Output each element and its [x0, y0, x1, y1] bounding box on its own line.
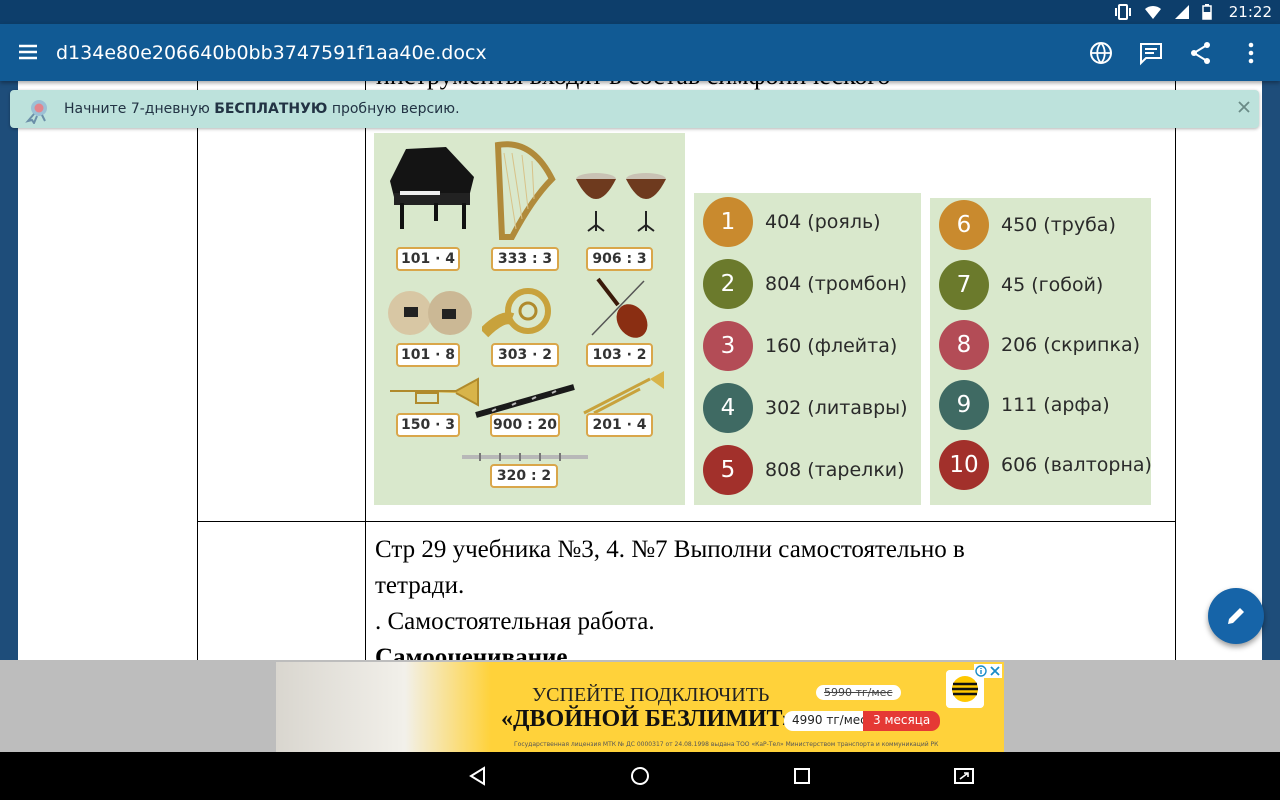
ad-months: 3 месяца [863, 711, 941, 731]
document-title: d134e80e206640b0bb3747591f1aa40e.docx [56, 42, 487, 64]
ad-info-icon[interactable] [974, 664, 988, 678]
menu-icon[interactable] [16, 42, 40, 62]
list-item-label: 804 (тромбон) [765, 273, 907, 295]
list-item: 1 404 (рояль) [703, 197, 881, 247]
ad-fine-print: Государственная лицензия МТК № ДС 000031… [514, 741, 939, 748]
trial-banner-text: Начните 7-дневную БЕСПЛАТНУЮ пробную вер… [64, 101, 460, 117]
expression-label: 906 : 3 [586, 247, 653, 271]
status-time: 21:22 [1228, 3, 1272, 21]
expression-label: 303 · 2 [491, 343, 559, 367]
number-badge: 7 [939, 260, 989, 310]
signal-icon [1175, 5, 1189, 19]
trial-text-part: пробную версию. [327, 101, 460, 117]
home-icon[interactable] [628, 764, 652, 788]
expression-label: 320 : 2 [490, 464, 558, 488]
list-item-label: 111 (арфа) [1001, 394, 1110, 416]
trial-text-bold: БЕСПЛАТНУЮ [214, 101, 328, 117]
screen: 21:22 d134e80e206640b0bb3747591f1aa40e.d… [0, 0, 1280, 800]
harp-icon [494, 141, 556, 240]
list-item: 2 804 (тромбон) [703, 259, 907, 309]
expression-label: 150 · 3 [396, 413, 460, 437]
table-border-mid [365, 81, 366, 661]
ad-photo [276, 662, 491, 752]
list-item: 6 450 (труба) [939, 200, 1116, 250]
list-item-label: 160 (флейта) [765, 335, 898, 357]
list-item-label: 450 (труба) [1001, 214, 1116, 236]
number-badge: 2 [703, 259, 753, 309]
trumpet-icon [390, 377, 479, 407]
number-badge: 8 [939, 320, 989, 370]
french-horn-icon [482, 288, 551, 338]
close-banner-icon[interactable] [1237, 100, 1251, 114]
more-options-icon[interactable] [1238, 40, 1264, 66]
answers-list-right: 6 450 (труба) 7 45 (гобой) 8 206 (скрипка) … [930, 198, 1152, 505]
edit-button[interactable] [1208, 588, 1264, 644]
list-item: 9 111 (арфа) [939, 380, 1110, 430]
trial-banner[interactable]: Начните 7-дневную БЕСПЛАТНУЮ пробную вер… [10, 90, 1259, 128]
number-badge: 10 [939, 440, 989, 490]
navigation-bar [0, 752, 1280, 800]
doc-paragraph: Самооценивание [375, 644, 568, 660]
instruments-image: 101 · 4 333 : 3 906 : 3 101 · 8 303 · 2 … [374, 133, 685, 505]
violin-icon [591, 277, 648, 338]
list-item: 5 808 (тарелки) [703, 445, 905, 495]
pencil-icon [1228, 608, 1244, 624]
recents-icon[interactable] [790, 764, 814, 788]
ad-old-price: 5990 тг/мес [816, 685, 901, 700]
timpani-icon [576, 173, 666, 232]
answers-list-left: 1 404 (рояль) 2 804 (тромбон) 3 160 (флейта… [694, 193, 921, 505]
number-badge: 5 [703, 445, 753, 495]
list-item-label: 808 (тарелки) [765, 459, 905, 481]
share-icon[interactable] [1188, 40, 1214, 66]
vibrate-icon [1115, 4, 1131, 20]
doc-paragraph: Стр 29 учебника №3, 4. №7 Выполни самост… [375, 536, 965, 563]
back-icon[interactable] [466, 764, 490, 788]
list-item-label: 206 (скрипка) [1001, 334, 1141, 356]
status-icons [1114, 4, 1212, 20]
screen-resize-icon[interactable] [952, 764, 976, 788]
table-border-left [197, 81, 198, 661]
comments-icon[interactable] [1138, 40, 1164, 66]
trial-text-part: Начните 7-дневную [64, 101, 215, 117]
expression-label: 103 · 2 [586, 343, 653, 367]
number-badge: 4 [703, 383, 753, 433]
list-item-label: 302 (литавры) [765, 397, 908, 419]
list-item-label: 606 (валторна) [1001, 454, 1152, 476]
ad-offer: «ДВОЙНОЙ БЕЗЛИМИТ» [501, 706, 794, 732]
cymbals-icon [388, 291, 472, 335]
advertisement-banner[interactable]: УСПЕЙТЕ ПОДКЛЮЧИТЬ «ДВОЙНОЙ БЕЗЛИМИТ» 59… [276, 662, 1004, 752]
table-border-right [1175, 81, 1176, 661]
app-bar: d134e80e206640b0bb3747591f1aa40e.docx [0, 24, 1280, 81]
award-ribbon-icon [25, 100, 47, 124]
expression-label: 101 · 4 [396, 247, 460, 271]
flute-icon [462, 453, 588, 461]
grand-piano-icon [390, 147, 474, 229]
list-item: 8 206 (скрипка) [939, 320, 1140, 370]
doc-paragraph: . Самостоятельная работа. [375, 608, 655, 635]
list-item: 4 302 (литавры) [703, 383, 908, 433]
trombone-icon [583, 371, 664, 415]
list-item: 10 606 (валторна) [939, 440, 1152, 490]
number-badge: 1 [703, 197, 753, 247]
number-badge: 9 [939, 380, 989, 430]
number-badge: 3 [703, 321, 753, 371]
expression-label: 201 · 4 [586, 413, 653, 437]
expression-label: 333 : 3 [491, 247, 559, 271]
list-item: 3 160 (флейта) [703, 321, 897, 371]
doc-paragraph: тетради. [375, 572, 465, 599]
ad-headline: УСПЕЙТЕ ПОДКЛЮЧИТЬ [532, 684, 770, 706]
expression-label: 101 · 8 [396, 343, 460, 367]
wifi-icon [1145, 5, 1161, 19]
expression-label: 900 : 20 [490, 413, 560, 437]
status-bar: 21:22 [0, 0, 1280, 24]
ad-new-price: 4990 тг/мес [784, 711, 875, 731]
globe-icon[interactable] [1088, 40, 1114, 66]
list-item: 7 45 (гобой) [939, 260, 1103, 310]
number-badge: 6 [939, 200, 989, 250]
list-item-label: 404 (рояль) [765, 211, 881, 233]
ad-close-icon[interactable] [988, 664, 1002, 678]
battery-icon [1202, 4, 1212, 20]
list-item-label: 45 (гобой) [1001, 274, 1104, 296]
table-row-border [197, 521, 1176, 522]
